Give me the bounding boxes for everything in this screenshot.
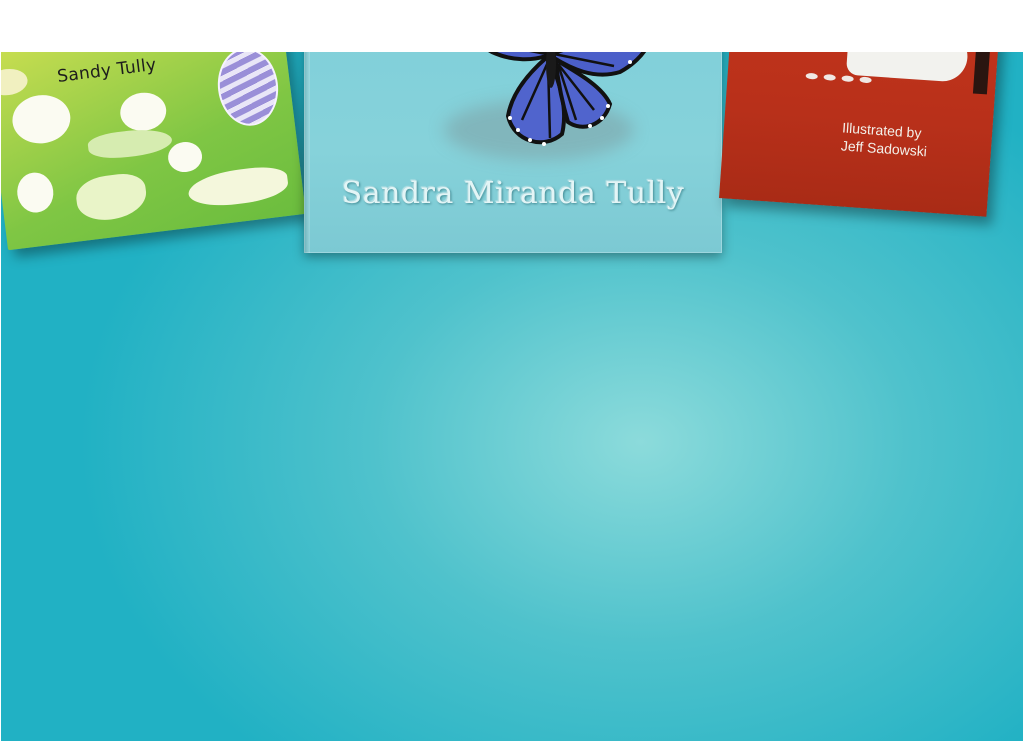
- cover-decoration: [86, 125, 174, 162]
- cover-decoration: [14, 170, 56, 215]
- book-cover-left[interactable]: Sandy Tully: [1, 52, 306, 251]
- cover-decoration: [74, 171, 149, 224]
- book-author-left: Sandy Tully: [56, 54, 158, 87]
- cover-decoration: [118, 90, 169, 134]
- butterfly-icon: [488, 52, 647, 146]
- book-illustrator-credit: Illustrated by Jeff Sadowski: [840, 118, 928, 160]
- page: Sandy Tully Sandra Miranda Tully Illustr…: [0, 0, 1024, 742]
- top-bar: [0, 0, 1024, 52]
- cover-illustration-edge: [972, 52, 992, 95]
- book-spine: [304, 52, 310, 253]
- cover-decoration: [166, 140, 204, 174]
- book-cover-right[interactable]: Illustrated by Jeff Sadowski: [719, 52, 1003, 217]
- book-showcase-stage: Sandy Tully Sandra Miranda Tully Illustr…: [1, 52, 1023, 741]
- easter-egg-icon: [213, 52, 283, 130]
- cover-decoration: [186, 163, 290, 210]
- cover-decoration: [1, 66, 30, 98]
- book-cover-center[interactable]: Sandra Miranda Tully: [304, 52, 722, 253]
- book-author-center: Sandra Miranda Tully: [341, 176, 685, 211]
- cover-decoration: [9, 91, 74, 147]
